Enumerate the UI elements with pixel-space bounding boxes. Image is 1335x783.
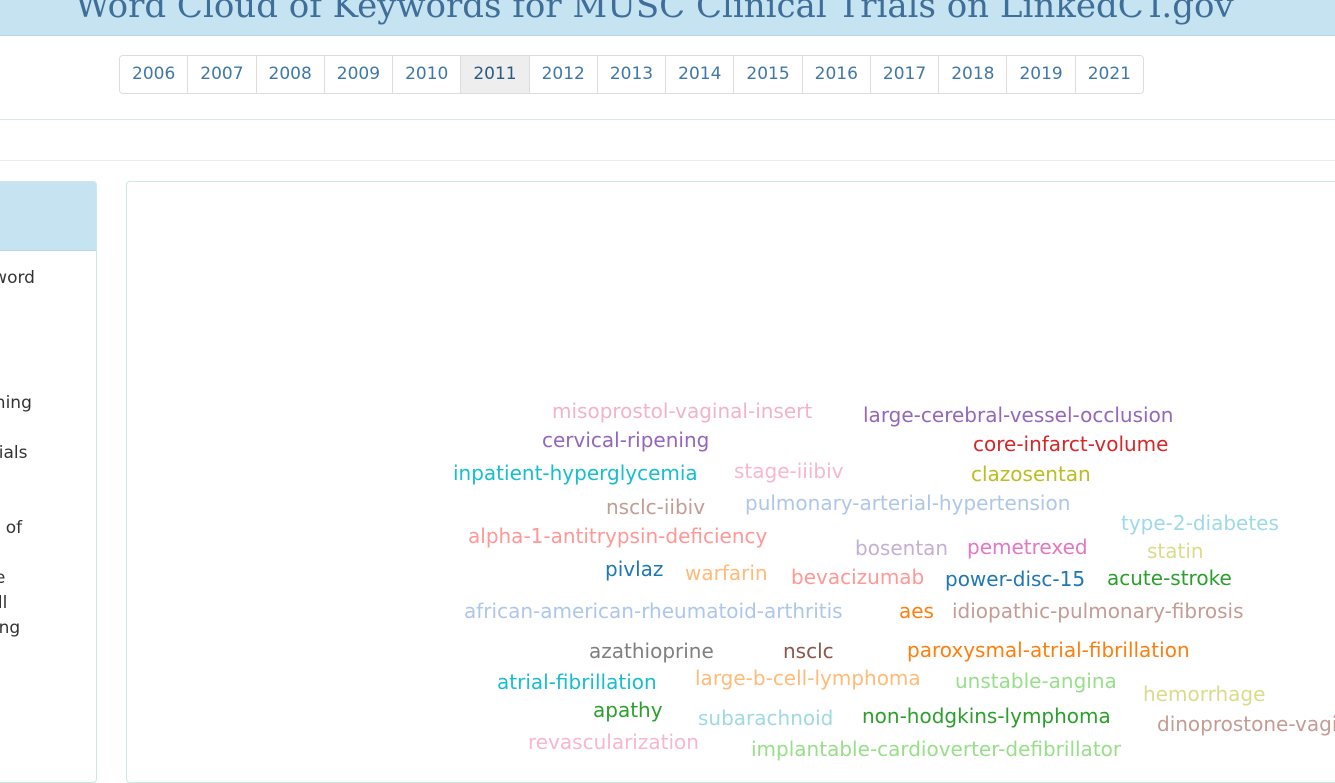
keyword-large-b-cell-lymphoma[interactable]: large-b-cell-lymphoma [695, 668, 921, 688]
keyword-stage-iiibiv[interactable]: stage-iiibiv [734, 461, 844, 481]
keyword-atrial-fibrillation[interactable]: atrial-fibrillation [497, 672, 657, 692]
keyword-pemetrexed[interactable]: pemetrexed [967, 537, 1088, 557]
keyword-implantable-cardioverter-defibrillator[interactable]: implantable-cardioverter-defibrillator [751, 739, 1121, 759]
keyword-acute-stroke[interactable]: acute-stroke [1107, 568, 1232, 588]
keyword-azathioprine[interactable]: azathioprine [589, 641, 714, 661]
keyword-nsclc[interactable]: nsclc [783, 641, 834, 661]
keyword-revascularization[interactable]: revascularization [528, 732, 699, 752]
keyword-cervical-ripening[interactable]: cervical-ripening [542, 430, 709, 450]
keyword-large-cerebral-vessel-occlusion[interactable]: large-cerebral-vessel-occlusion [863, 405, 1173, 425]
keyword-subarachnoid[interactable]: subarachnoid [698, 708, 833, 728]
keyword-statin[interactable]: statin [1147, 541, 1204, 561]
keyword-nsclc-iibiv[interactable]: nsclc-iibiv [606, 497, 705, 517]
keyword-inpatient-hyperglycemia[interactable]: inpatient-hyperglycemia [453, 463, 698, 483]
keyword-core-infarct-volume[interactable]: core-infarct-volume [973, 434, 1168, 454]
keyword-paroxysmal-atrial-fibrillation[interactable]: paroxysmal-atrial-fibrillation [907, 640, 1190, 660]
keyword-clazosentan[interactable]: clazosentan [971, 464, 1091, 484]
keyword-aes[interactable]: aes [899, 601, 934, 621]
keyword-type-2-diabetes[interactable]: type-2-diabetes [1121, 513, 1279, 533]
keyword-unstable-angina[interactable]: unstable-angina [955, 671, 1117, 691]
keyword-dinoprostone-vaginal-insert[interactable]: dinoprostone-vaginal-insert [1157, 714, 1335, 734]
keyword-misoprostol-vaginal-insert[interactable]: misoprostol-vaginal-insert [552, 401, 812, 421]
keyword-hemorrhage[interactable]: hemorrhage [1143, 684, 1265, 704]
keyword-non-hodgkins-lymphoma[interactable]: non-hodgkins-lymphoma [862, 706, 1111, 726]
keyword-idiopathic-pulmonary-fibrosis[interactable]: idiopathic-pulmonary-fibrosis [952, 601, 1244, 621]
keyword-alpha-1-antitrypsin-deficiency[interactable]: alpha-1-antitrypsin-deficiency [468, 526, 767, 546]
keyword-pivlaz[interactable]: pivlaz [605, 559, 663, 579]
keyword-bosentan[interactable]: bosentan [855, 538, 948, 558]
keyword-warfarin[interactable]: warfarin [685, 563, 768, 583]
keyword-power-disc-15[interactable]: power-disc-15 [945, 569, 1085, 589]
keyword-african-american-rheumatoid-arthritis[interactable]: african-american-rheumatoid-arthritis [464, 601, 843, 621]
word-cloud: misoprostol-vaginal-insert large-cerebral… [0, 0, 1335, 763]
keyword-apathy[interactable]: apathy [593, 700, 663, 720]
keyword-bevacizumab[interactable]: bevacizumab [791, 567, 924, 587]
keyword-pulmonary-arterial-hypertension[interactable]: pulmonary-arterial-hypertension [745, 493, 1070, 513]
